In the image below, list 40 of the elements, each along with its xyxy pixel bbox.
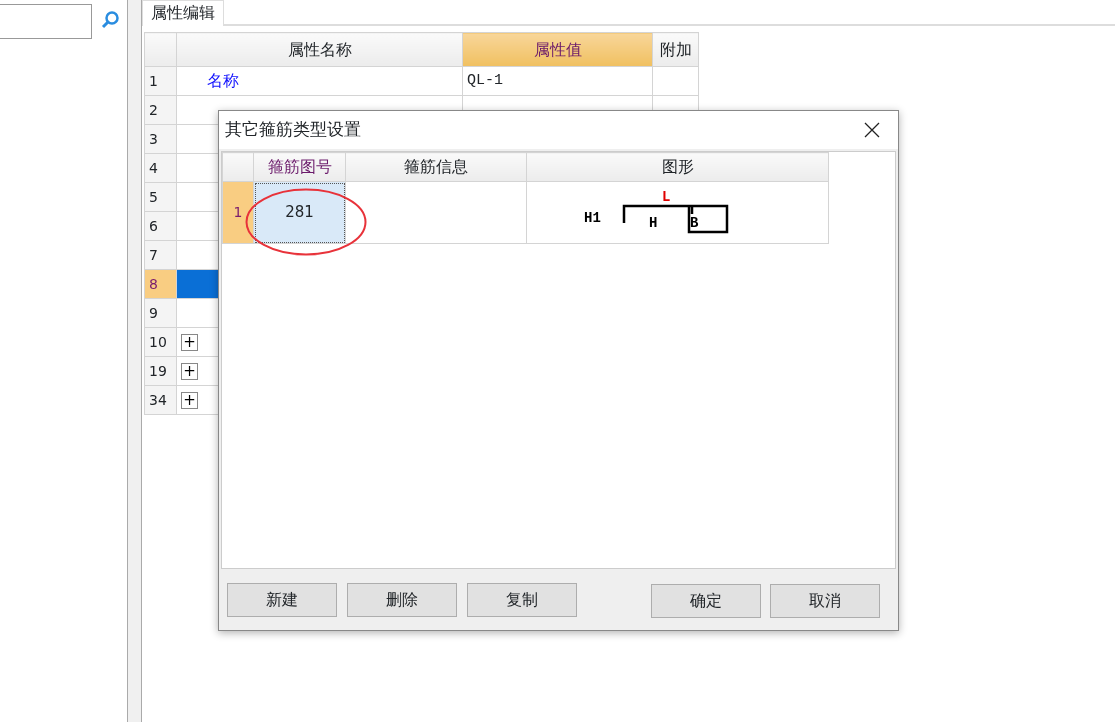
expand-toggle[interactable]: + <box>181 333 198 351</box>
search-field[interactable] <box>0 4 92 39</box>
close-icon[interactable] <box>864 122 880 138</box>
dialog-button[interactable]: 确定 <box>651 584 761 618</box>
row-number: 19 <box>144 356 177 386</box>
row-number: 7 <box>144 240 177 270</box>
dimension-label: H1 <box>584 210 601 226</box>
column-header: 属性值 <box>462 32 653 67</box>
panel-tab[interactable]: 属性编辑 <box>142 0 224 26</box>
row-number: 1 <box>222 181 254 244</box>
dialog-title: 其它箍筋类型设置 <box>225 118 361 142</box>
row-number: 5 <box>144 182 177 212</box>
dialog-button[interactable]: 复制 <box>467 583 577 617</box>
column-header: 箍筋图号 <box>253 152 346 182</box>
row-number: 3 <box>144 124 177 154</box>
row-number: 1 <box>144 66 177 96</box>
row-number: 10 <box>144 327 177 357</box>
dimension-label: B <box>690 215 699 231</box>
column-header: 图形 <box>526 152 829 182</box>
dialog-button[interactable]: 新建 <box>227 583 337 617</box>
row-number: 34 <box>144 385 177 415</box>
dialog-button[interactable]: 取消 <box>770 584 880 618</box>
property-value: QL-1 <box>467 71 503 89</box>
row-number: 4 <box>144 153 177 183</box>
splitter[interactable] <box>128 0 142 722</box>
column-header: 附加 <box>652 32 699 67</box>
column-header: 箍筋信息 <box>345 152 527 182</box>
expand-toggle[interactable]: + <box>181 362 198 380</box>
expand-toggle[interactable]: + <box>181 391 198 409</box>
row-number: 8 <box>144 269 177 299</box>
row-number: 9 <box>144 298 177 328</box>
dialog-button[interactable]: 删除 <box>347 583 457 617</box>
dimension-label: L <box>662 189 671 205</box>
stirrup-code-cell[interactable]: 281 <box>253 181 346 244</box>
row-number: 6 <box>144 211 177 241</box>
row-number: 2 <box>144 95 177 125</box>
property-name[interactable]: 名称 <box>207 71 239 90</box>
column-header: 属性名称 <box>176 32 463 67</box>
search-icon[interactable] <box>100 10 120 30</box>
dimension-label: H <box>649 215 658 231</box>
